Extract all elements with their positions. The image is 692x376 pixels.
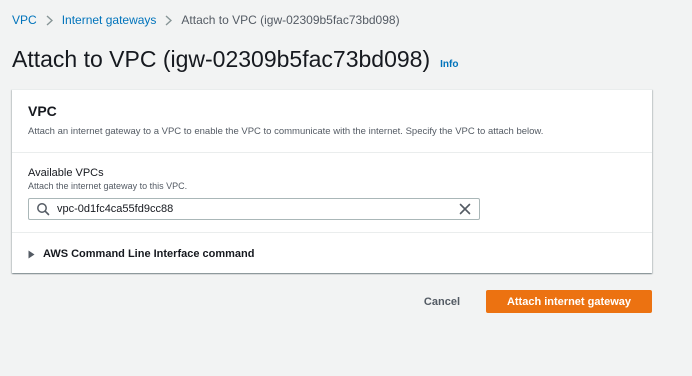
chevron-right-icon: [46, 14, 53, 26]
close-icon[interactable]: [458, 202, 472, 216]
page-header: Attach to VPC (igw-02309b5fac73bd098) In…: [12, 46, 458, 73]
breadcrumb-current: Attach to VPC (igw-02309b5fac73bd098): [181, 13, 400, 27]
page-title: Attach to VPC (igw-02309b5fac73bd098): [12, 46, 431, 72]
cli-command-expander[interactable]: AWS Command Line Interface command: [28, 248, 254, 260]
cancel-button[interactable]: Cancel: [424, 296, 460, 308]
available-vpcs-field: Available VPCs Attach the internet gatew…: [12, 153, 652, 233]
form-actions: Cancel Attach internet gateway: [424, 290, 652, 313]
vpc-search-input[interactable]: [28, 198, 480, 220]
panel-header: VPC Attach an internet gateway to a VPC …: [12, 90, 652, 153]
panel-description: Attach an internet gateway to a VPC to e…: [28, 126, 544, 137]
info-link[interactable]: Info: [440, 59, 458, 70]
breadcrumb: VPC Internet gateways Attach to VPC (igw…: [12, 13, 400, 27]
expander-label: AWS Command Line Interface command: [43, 248, 255, 260]
vpc-panel: VPC Attach an internet gateway to a VPC …: [12, 89, 652, 273]
caret-right-icon: [28, 250, 35, 259]
field-description: Attach the internet gateway to this VPC.: [28, 181, 188, 191]
vpc-search-value[interactable]: [57, 203, 458, 215]
chevron-right-icon: [165, 14, 173, 26]
panel-title: VPC: [28, 103, 57, 119]
field-label: Available VPCs: [28, 167, 104, 179]
breadcrumb-item-internet-gateways[interactable]: Internet gateways: [62, 13, 157, 27]
attach-internet-gateway-button[interactable]: Attach internet gateway: [486, 290, 652, 313]
breadcrumb-item-vpc[interactable]: VPC: [12, 13, 37, 27]
search-icon: [36, 202, 50, 216]
